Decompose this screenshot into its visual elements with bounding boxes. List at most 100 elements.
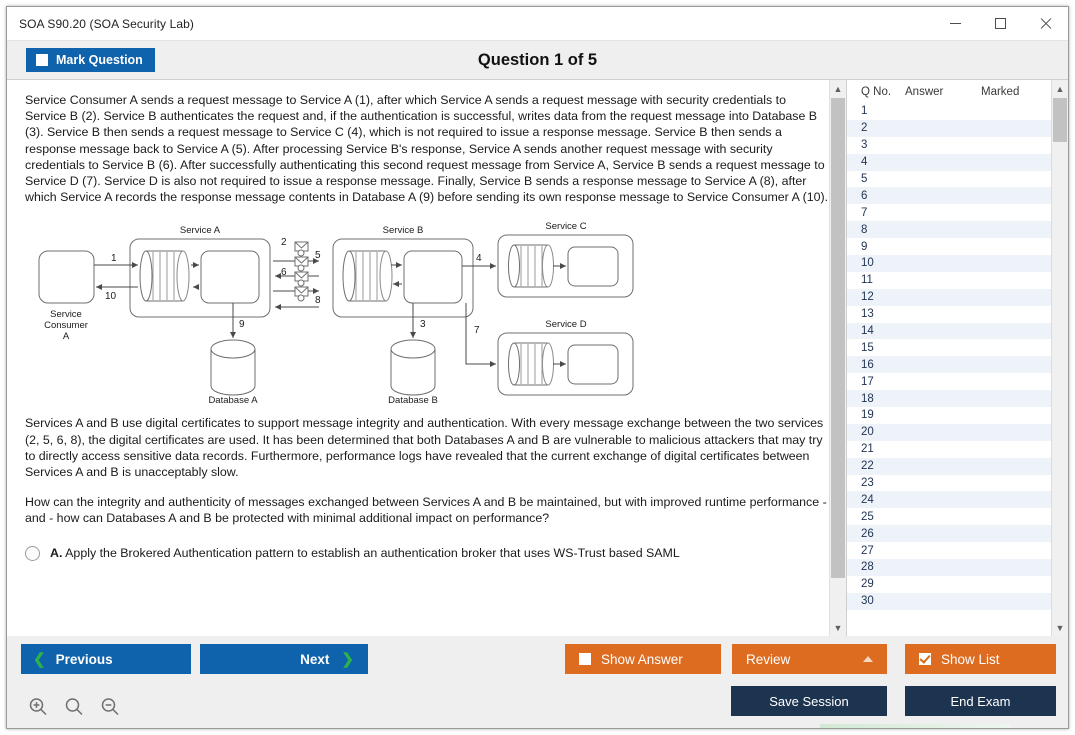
zoom-out-icon[interactable] bbox=[99, 696, 121, 718]
question-list-panel: Q No. Answer Marked 1 2 3 4 5 6 7 8 9 10 11 12 13 14 1… bbox=[846, 79, 1068, 636]
row-question-number: 22 bbox=[861, 460, 874, 473]
table-row[interactable]: 4 bbox=[847, 153, 1068, 171]
table-row[interactable]: 12 bbox=[847, 288, 1068, 306]
table-row[interactable]: 14 bbox=[847, 322, 1068, 340]
table-row[interactable]: 20 bbox=[847, 423, 1068, 441]
page-title: Question 1 of 5 bbox=[477, 50, 598, 69]
question-paragraph-3: How can the integrity and authenticity o… bbox=[25, 495, 827, 526]
diagram-label-service-d: Service D bbox=[545, 319, 586, 330]
table-row[interactable]: 1 bbox=[847, 103, 1068, 120]
review-dropdown-button[interactable]: Review bbox=[732, 644, 887, 674]
table-row[interactable]: 8 bbox=[847, 221, 1068, 239]
radio-button-icon[interactable] bbox=[25, 545, 40, 561]
show-list-label: Show List bbox=[941, 651, 1000, 667]
diagram-svg: Service A Service B Service C Service D … bbox=[38, 221, 634, 406]
show-answer-button[interactable]: Show Answer bbox=[565, 644, 721, 674]
table-row[interactable]: 7 bbox=[847, 204, 1068, 221]
table-row[interactable]: 19 bbox=[847, 407, 1068, 424]
question-paragraph-2: Services A and B use digital certificate… bbox=[25, 416, 824, 480]
main-body: Service Consumer A sends a request messa… bbox=[7, 79, 1068, 636]
scroll-down-arrow-icon[interactable]: ▼ bbox=[830, 619, 846, 636]
row-question-number: 10 bbox=[861, 257, 874, 270]
close-button[interactable] bbox=[1023, 7, 1068, 40]
answer-options: A. Apply the Brokered Authentication pat… bbox=[25, 545, 830, 561]
diagram-num-2: 2 bbox=[281, 237, 287, 248]
end-exam-label: End Exam bbox=[950, 693, 1011, 709]
end-exam-button[interactable]: End Exam bbox=[905, 686, 1056, 716]
table-row[interactable]: 24 bbox=[847, 491, 1068, 509]
table-row[interactable]: 27 bbox=[847, 542, 1068, 559]
diagram-label-database-b: Database B bbox=[388, 395, 438, 406]
content-scrollbar[interactable]: ▲ ▼ bbox=[829, 80, 846, 636]
zoom-reset-icon[interactable] bbox=[63, 696, 85, 718]
scroll-up-arrow-icon[interactable]: ▲ bbox=[830, 80, 846, 97]
table-row[interactable]: 10 bbox=[847, 255, 1068, 272]
diagram-label-service-c: Service C bbox=[545, 221, 586, 232]
table-row[interactable]: 26 bbox=[847, 525, 1068, 543]
table-row[interactable]: 25 bbox=[847, 508, 1068, 525]
row-question-number: 4 bbox=[861, 156, 868, 169]
row-question-number: 28 bbox=[861, 561, 874, 574]
table-row[interactable]: 6 bbox=[847, 187, 1068, 205]
show-list-button[interactable]: Show List bbox=[905, 644, 1056, 674]
show-answer-label: Show Answer bbox=[601, 651, 683, 667]
row-question-number: 29 bbox=[861, 578, 874, 591]
save-session-button[interactable]: Save Session bbox=[731, 686, 887, 716]
previous-button[interactable]: ❮ Previous bbox=[21, 644, 191, 674]
table-row[interactable]: 23 bbox=[847, 475, 1068, 492]
table-row[interactable]: 13 bbox=[847, 306, 1068, 323]
table-row[interactable]: 5 bbox=[847, 171, 1068, 188]
table-row[interactable]: 29 bbox=[847, 576, 1068, 593]
diagram-num-5: 5 bbox=[315, 250, 321, 261]
row-question-number: 18 bbox=[861, 392, 874, 405]
table-row[interactable]: 11 bbox=[847, 272, 1068, 289]
row-question-number: 30 bbox=[861, 595, 874, 608]
list-scroll-down-icon[interactable]: ▼ bbox=[1052, 619, 1068, 636]
table-row[interactable]: 18 bbox=[847, 390, 1068, 408]
minimize-button[interactable] bbox=[933, 7, 978, 40]
next-button[interactable]: Next ❯ bbox=[200, 644, 368, 674]
mark-question-button[interactable]: Mark Question bbox=[26, 48, 155, 72]
row-question-number: 13 bbox=[861, 308, 874, 321]
content-scroll-thumb[interactable] bbox=[831, 98, 845, 578]
question-list-rows: 1 2 3 4 5 6 7 8 9 10 11 12 13 14 15 16 17 18 19 20 21 22 23 24 2… bbox=[847, 103, 1068, 636]
mark-question-label: Mark Question bbox=[56, 53, 143, 67]
question-list-header: Q No. Answer Marked bbox=[847, 80, 1068, 103]
row-question-number: 12 bbox=[861, 291, 874, 304]
table-row[interactable]: 3 bbox=[847, 137, 1068, 154]
table-row[interactable]: 30 bbox=[847, 592, 1068, 610]
table-row[interactable]: 17 bbox=[847, 373, 1068, 390]
answer-option-a[interactable]: A. Apply the Brokered Authentication pat… bbox=[25, 545, 830, 561]
row-question-number: 14 bbox=[861, 325, 874, 338]
question-list-scrollbar[interactable]: ▲ ▼ bbox=[1051, 80, 1068, 636]
window-controls bbox=[933, 7, 1068, 40]
row-question-number: 26 bbox=[861, 527, 874, 540]
diagram-num-6: 6 bbox=[281, 267, 287, 278]
table-row[interactable]: 21 bbox=[847, 441, 1068, 458]
table-row[interactable]: 15 bbox=[847, 339, 1068, 356]
table-row[interactable]: 2 bbox=[847, 119, 1068, 137]
zoom-in-icon[interactable] bbox=[27, 696, 49, 718]
diagram-label-consumer-line1: Service bbox=[50, 309, 82, 320]
row-question-number: 7 bbox=[861, 206, 868, 219]
diagram-label-consumer-line3: A bbox=[63, 331, 70, 342]
footer-toolbar: ❮ Previous Next ❯ Show Answer Review Sho… bbox=[7, 636, 1068, 728]
row-question-number: 27 bbox=[861, 544, 874, 557]
list-scroll-up-icon[interactable]: ▲ bbox=[1052, 80, 1068, 97]
maximize-icon bbox=[995, 18, 1006, 29]
row-question-number: 5 bbox=[861, 173, 868, 185]
answer-option-a-body: Apply the Brokered Authentication patter… bbox=[65, 545, 680, 560]
answer-option-a-letter: A. bbox=[50, 545, 63, 560]
table-row[interactable]: 16 bbox=[847, 356, 1068, 374]
row-question-number: 9 bbox=[861, 240, 868, 253]
diagram-num-8: 8 bbox=[315, 295, 321, 306]
row-question-number: 8 bbox=[861, 223, 868, 236]
table-row[interactable]: 28 bbox=[847, 559, 1068, 576]
maximize-button[interactable] bbox=[978, 7, 1023, 40]
table-row[interactable]: 22 bbox=[847, 457, 1068, 475]
table-row[interactable]: 9 bbox=[847, 238, 1068, 255]
row-question-number: 21 bbox=[861, 443, 874, 456]
minimize-icon bbox=[950, 23, 961, 24]
list-scroll-thumb[interactable] bbox=[1053, 98, 1067, 142]
row-question-number: 11 bbox=[861, 274, 873, 287]
